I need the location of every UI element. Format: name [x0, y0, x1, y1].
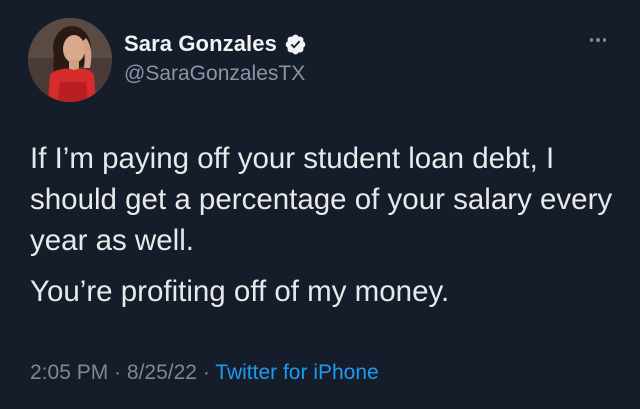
tweet-paragraph: You’re profiting off of my money. — [30, 275, 450, 308]
tweet-text: If I’m paying off your student loan debt… — [30, 138, 620, 322]
more-dot — [589, 38, 593, 42]
verified-badge-icon — [284, 33, 307, 56]
more-dot — [602, 38, 606, 42]
tweet-date[interactable]: 8/25/22 — [127, 361, 197, 384]
more-options-icon[interactable] — [589, 38, 606, 42]
tweet-meta: 2:05 PM · 8/25/22 · Twitter for iPhone — [30, 361, 379, 385]
display-name[interactable]: Sara Gonzales — [124, 31, 277, 57]
tweet-header: Sara Gonzales @SaraGonzalesTX — [124, 30, 307, 86]
user-handle[interactable]: @SaraGonzalesTX — [124, 62, 307, 86]
avatar[interactable] — [28, 18, 112, 102]
tweet-source-link[interactable]: Twitter for iPhone — [215, 361, 378, 384]
name-row: Sara Gonzales — [124, 30, 307, 58]
tweet-card: Sara Gonzales @SaraGonzalesTX If I’m pay… — [0, 0, 640, 409]
tweet-paragraph: If I’m paying off your student loan debt… — [30, 142, 613, 257]
meta-separator: · — [114, 361, 122, 384]
tweet-time[interactable]: 2:05 PM — [30, 361, 108, 384]
avatar-image — [28, 18, 112, 102]
meta-separator: · — [202, 361, 210, 384]
more-dot — [596, 38, 600, 42]
